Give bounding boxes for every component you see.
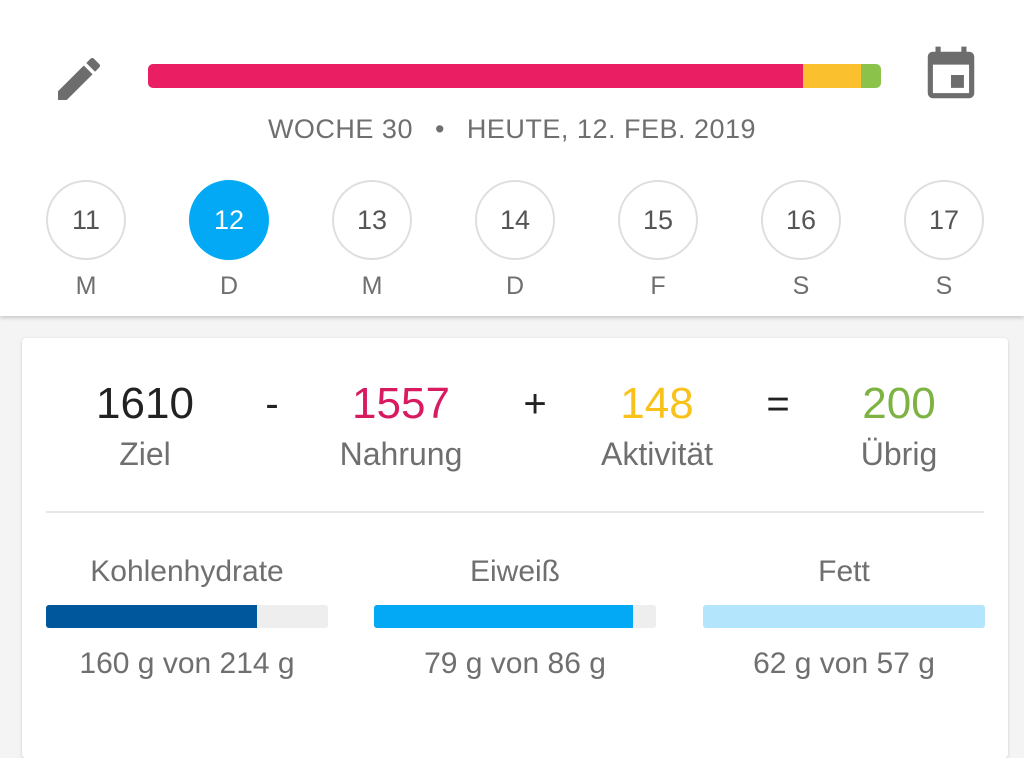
macro-name: Kohlenhydrate xyxy=(90,555,284,588)
day-item[interactable]: 16 S xyxy=(761,180,841,300)
macro-progress-track xyxy=(374,605,656,628)
macro-progress-track xyxy=(703,605,985,628)
divider xyxy=(46,511,984,513)
minus-sign: - xyxy=(265,382,279,426)
macro-name: Eiweiß xyxy=(469,555,560,588)
weekday-label: F xyxy=(650,272,666,300)
calorie-bar-segment xyxy=(861,64,881,88)
separator-dot: • xyxy=(434,114,445,144)
food-column: 1557 Nahrung xyxy=(301,378,501,474)
goal-value: 1610 xyxy=(96,379,194,428)
activity-value: 148 xyxy=(620,379,694,428)
weekday-label: D xyxy=(219,272,239,300)
calorie-summary-card[interactable]: 1610 Ziel - 1557 Nahrung + 148 Aktivität… xyxy=(22,338,1008,758)
remaining-label: Übrig xyxy=(860,436,938,472)
day-item[interactable]: 12 D xyxy=(189,180,269,300)
day-item[interactable]: 11 M xyxy=(46,180,126,300)
macro-amount: 79 g von 86 g xyxy=(424,647,606,680)
macro-name: Fett xyxy=(818,555,870,588)
calorie-bar-segment xyxy=(802,64,862,88)
macro-progress-track xyxy=(46,605,328,628)
macro-progress-fill xyxy=(703,605,985,628)
macro-protein: Eiweiß 79 g von 86 g xyxy=(374,552,656,684)
weekday-label: M xyxy=(75,272,97,300)
food-label: Nahrung xyxy=(339,436,463,472)
food-value: 1557 xyxy=(352,379,450,428)
calendar-icon xyxy=(927,46,975,99)
date-label: HEUTE, 12. FEB. 2019 xyxy=(466,114,757,144)
activity-column: 148 Aktivität xyxy=(557,378,757,474)
day-number: 14 xyxy=(475,180,555,260)
weekday-label: S xyxy=(792,272,810,300)
macro-amount: 62 g von 57 g xyxy=(753,647,935,680)
macro-progress-fill xyxy=(374,605,634,628)
macro-carbs: Kohlenhydrate 160 g von 214 g xyxy=(46,552,328,684)
week-label: WOCHE 30 xyxy=(267,114,413,144)
pencil-icon xyxy=(58,57,101,100)
day-item[interactable]: 17 S xyxy=(904,180,984,300)
day-header: WOCHE 30 • HEUTE, 12. FEB. 2019 11 M 12 D … xyxy=(0,0,1024,316)
calorie-progress-bar xyxy=(148,64,881,88)
day-number: 15 xyxy=(618,180,698,260)
day-item[interactable]: 14 D xyxy=(475,180,555,300)
weekday-label: D xyxy=(505,272,525,300)
activity-label: Aktivität xyxy=(600,436,714,472)
weekday-label: M xyxy=(361,272,383,300)
goal-column: 1610 Ziel xyxy=(45,378,245,474)
day-item[interactable]: 15 F xyxy=(618,180,698,300)
day-number: 11 xyxy=(46,180,126,260)
remaining-column: 200 Übrig xyxy=(799,378,999,474)
calendar-button[interactable] xyxy=(918,42,984,108)
week-date-line: WOCHE 30 • HEUTE, 12. FEB. 2019 xyxy=(0,114,1024,145)
day-number: 16 xyxy=(761,180,841,260)
calorie-bar-segment xyxy=(148,64,803,88)
plus-sign: + xyxy=(523,382,547,426)
day-number: 17 xyxy=(904,180,984,260)
day-selector: 11 M 12 D 13 M 14 D 15 F 16 S 17 S xyxy=(0,180,1024,310)
goal-label: Ziel xyxy=(119,436,171,472)
day-item[interactable]: 13 M xyxy=(332,180,412,300)
day-number: 13 xyxy=(332,180,412,260)
macro-amount: 160 g von 214 g xyxy=(79,647,295,680)
day-number: 12 xyxy=(189,180,269,260)
macro-progress-fill xyxy=(46,605,257,628)
equals-sign: = xyxy=(766,382,790,426)
remaining-value: 200 xyxy=(862,379,936,428)
weekday-label: S xyxy=(935,272,953,300)
macro-fat: Fett 62 g von 57 g xyxy=(703,552,985,684)
edit-button[interactable] xyxy=(46,46,112,112)
